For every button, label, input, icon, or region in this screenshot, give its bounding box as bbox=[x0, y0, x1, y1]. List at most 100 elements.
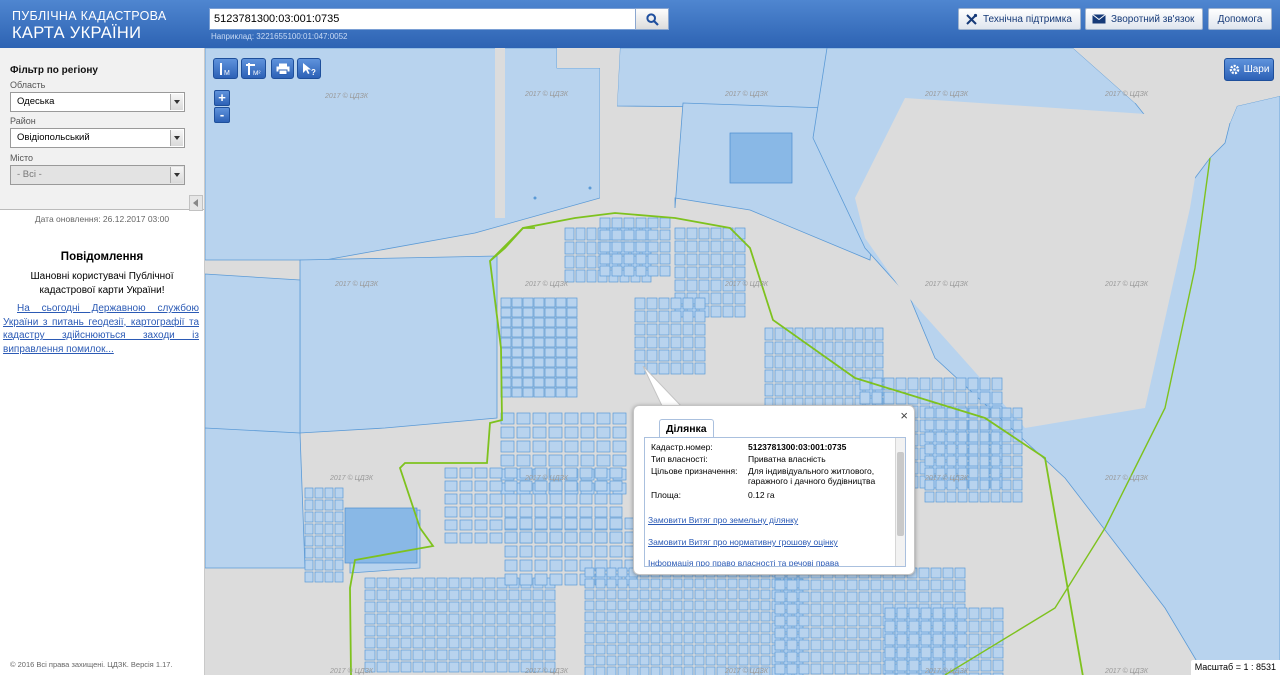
parcel[interactable] bbox=[544, 337, 556, 348]
parcel[interactable] bbox=[594, 545, 608, 558]
parcel[interactable] bbox=[943, 377, 955, 391]
parcel[interactable] bbox=[448, 589, 460, 601]
parcel[interactable] bbox=[804, 369, 814, 383]
parcel[interactable] bbox=[388, 649, 400, 661]
parcel[interactable] bbox=[635, 217, 647, 229]
parcel[interactable] bbox=[596, 440, 611, 453]
parcel[interactable] bbox=[683, 589, 694, 600]
parcel[interactable] bbox=[544, 649, 556, 661]
parcel[interactable] bbox=[324, 571, 334, 583]
parcel[interactable] bbox=[760, 611, 771, 622]
parcel[interactable] bbox=[896, 620, 908, 633]
parcel[interactable] bbox=[992, 620, 1004, 633]
parcel[interactable] bbox=[534, 493, 548, 505]
parcel[interactable] bbox=[617, 622, 628, 633]
parcel[interactable] bbox=[520, 589, 532, 601]
parcel[interactable] bbox=[844, 355, 854, 369]
parcel[interactable] bbox=[634, 336, 646, 349]
parcel[interactable] bbox=[522, 307, 534, 318]
parcel[interactable] bbox=[519, 559, 533, 572]
parcel[interactable] bbox=[612, 426, 627, 439]
parcel[interactable] bbox=[555, 307, 567, 318]
parcel[interactable] bbox=[784, 341, 794, 355]
parcel[interactable] bbox=[661, 633, 672, 644]
parcel[interactable] bbox=[858, 651, 870, 663]
parcel[interactable] bbox=[304, 535, 314, 547]
parcel[interactable] bbox=[1001, 407, 1012, 419]
parcel[interactable] bbox=[334, 511, 344, 523]
parcel[interactable] bbox=[566, 337, 578, 348]
parcel[interactable] bbox=[694, 633, 705, 644]
parcel[interactable] bbox=[870, 627, 882, 639]
parcel[interactable] bbox=[544, 307, 556, 318]
parcel[interactable] bbox=[705, 633, 716, 644]
parcel[interactable] bbox=[511, 387, 523, 398]
parcel[interactable] bbox=[834, 627, 846, 639]
parcel[interactable] bbox=[722, 240, 734, 253]
parcel[interactable] bbox=[686, 266, 698, 279]
parcel[interactable] bbox=[979, 491, 990, 503]
parcel[interactable] bbox=[954, 567, 966, 579]
parcel[interactable] bbox=[424, 649, 436, 661]
parcel[interactable] bbox=[834, 591, 846, 603]
parcel[interactable] bbox=[609, 517, 623, 530]
parcel[interactable] bbox=[674, 253, 686, 266]
parcel[interactable] bbox=[956, 646, 968, 659]
parcel[interactable] bbox=[400, 613, 412, 625]
parcel[interactable] bbox=[519, 480, 533, 492]
parcel[interactable] bbox=[504, 480, 518, 492]
parcel[interactable] bbox=[555, 347, 567, 358]
parcel[interactable] bbox=[460, 661, 472, 673]
parcel[interactable] bbox=[716, 655, 727, 666]
parcel[interactable] bbox=[698, 279, 710, 292]
parcel[interactable] bbox=[650, 600, 661, 611]
parcel[interactable] bbox=[460, 577, 472, 589]
parcel[interactable] bbox=[533, 367, 545, 378]
parcel[interactable] bbox=[304, 547, 314, 559]
parcel[interactable] bbox=[738, 578, 749, 589]
parcel[interactable] bbox=[595, 622, 606, 633]
parcel[interactable] bbox=[566, 377, 578, 388]
parcel[interactable] bbox=[324, 487, 334, 499]
parcel[interactable] bbox=[930, 579, 942, 591]
parcel[interactable] bbox=[864, 327, 874, 341]
parcel[interactable] bbox=[544, 297, 556, 308]
parcel[interactable] bbox=[484, 649, 496, 661]
parcel[interactable] bbox=[500, 337, 512, 348]
parcel[interactable] bbox=[774, 327, 784, 341]
parcel[interactable] bbox=[606, 578, 617, 589]
parcel[interactable] bbox=[774, 355, 784, 369]
parcel[interactable] bbox=[635, 253, 647, 265]
parcel[interactable] bbox=[967, 391, 979, 405]
parcel[interactable] bbox=[533, 387, 545, 398]
parcel[interactable] bbox=[968, 646, 980, 659]
parcel[interactable] bbox=[846, 651, 858, 663]
parcel[interactable] bbox=[784, 369, 794, 383]
parcel[interactable] bbox=[324, 547, 334, 559]
parcel[interactable] bbox=[472, 637, 484, 649]
parcel[interactable] bbox=[522, 387, 534, 398]
parcel[interactable] bbox=[694, 578, 705, 589]
parcel[interactable] bbox=[544, 367, 556, 378]
parcel[interactable] bbox=[682, 323, 694, 336]
parcel[interactable] bbox=[444, 480, 458, 492]
parcel[interactable] bbox=[672, 655, 683, 666]
parcel[interactable] bbox=[400, 589, 412, 601]
parcel[interactable] bbox=[566, 367, 578, 378]
parcel[interactable] bbox=[749, 655, 760, 666]
parcel[interactable] bbox=[520, 649, 532, 661]
parcel[interactable] bbox=[858, 615, 870, 627]
parcel[interactable] bbox=[658, 349, 670, 362]
parcel[interactable] bbox=[533, 327, 545, 338]
parcel[interactable] bbox=[544, 347, 556, 358]
parcel[interactable] bbox=[584, 644, 595, 655]
parcel[interactable] bbox=[472, 601, 484, 613]
parcel[interactable] bbox=[364, 625, 376, 637]
parcel[interactable] bbox=[436, 589, 448, 601]
parcel[interactable] bbox=[334, 499, 344, 511]
parcel[interactable] bbox=[579, 493, 593, 505]
parcel[interactable] bbox=[870, 639, 882, 651]
parcel[interactable] bbox=[955, 391, 967, 405]
parcel[interactable] bbox=[489, 519, 503, 531]
parcel[interactable] bbox=[957, 455, 968, 467]
